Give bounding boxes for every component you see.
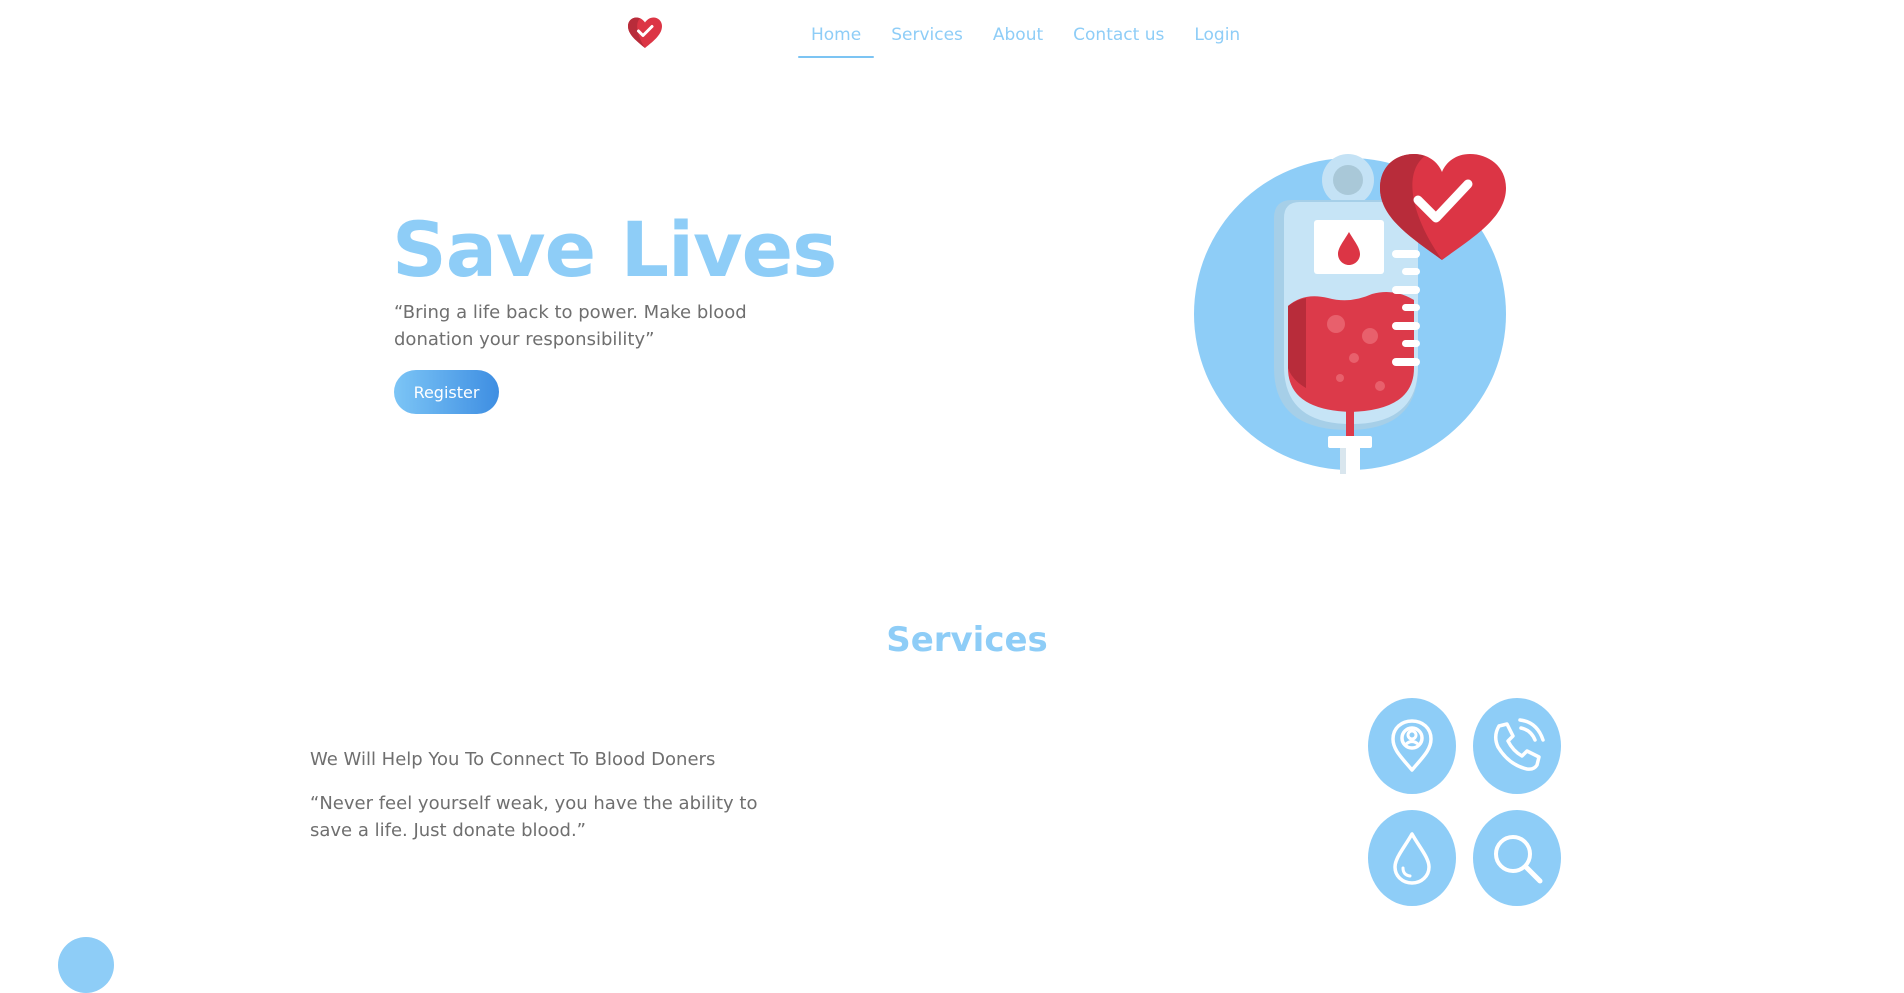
- services-title: Services: [886, 620, 1048, 660]
- location-person-icon[interactable]: [1368, 698, 1456, 794]
- nav-link-about[interactable]: About: [980, 4, 1056, 58]
- blood-drop-icon[interactable]: [1368, 810, 1456, 906]
- services-quote: “Never feel yourself weak, you have the …: [310, 793, 758, 841]
- register-button[interactable]: Register: [394, 370, 499, 414]
- heart-check-icon[interactable]: [626, 16, 664, 50]
- scroll-top-button[interactable]: [58, 937, 114, 993]
- nav-link-contact[interactable]: Contact us: [1060, 4, 1177, 58]
- phone-call-icon[interactable]: [1473, 698, 1561, 794]
- blood-bag-heart-icon: [1180, 148, 1520, 474]
- nav-link-login[interactable]: Login: [1181, 4, 1253, 58]
- nav-link-services[interactable]: Services: [878, 4, 976, 58]
- search-icon[interactable]: [1473, 810, 1561, 906]
- services-heading: We Will Help You To Connect To Blood Don…: [310, 749, 716, 770]
- hero-title: Save Lives: [392, 205, 837, 294]
- nav-links: Home Services About Contact us Login: [798, 0, 1257, 62]
- hero-quote: “Bring a life back to power. Make blood …: [394, 302, 747, 350]
- navbar: Home Services About Contact us Login: [0, 0, 1904, 62]
- nav-link-home[interactable]: Home: [798, 4, 875, 58]
